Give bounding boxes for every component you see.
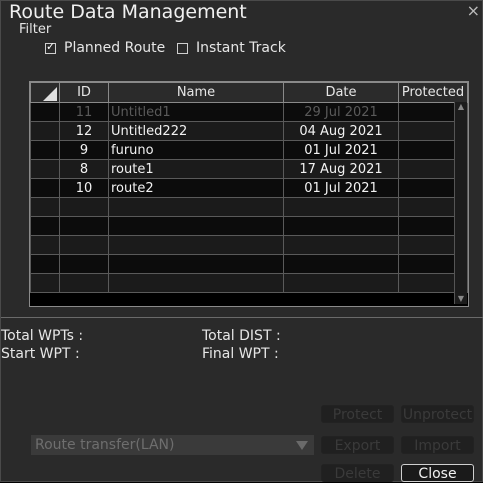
cell-date: 29 Jul 2021 (283, 102, 399, 122)
cell-id: 11 (59, 102, 109, 122)
final-wpt-label: Final WPT : (202, 346, 279, 362)
cell-name (108, 273, 284, 293)
table-header: ID Name Date Protected (30, 82, 468, 103)
table-row[interactable]: 10 route2 01 Jul 2021 (30, 178, 468, 198)
cell-name (108, 235, 284, 255)
cell-date: 01 Jul 2021 (283, 140, 399, 160)
table-row[interactable] (30, 216, 468, 236)
cell-id: 12 (59, 121, 109, 141)
dialog-title: Route Data Management (9, 1, 247, 23)
row-selector[interactable] (30, 178, 60, 198)
cell-name (108, 197, 284, 217)
cell-date: 01 Jul 2021 (283, 178, 399, 198)
planned-route-label: Planned Route (64, 40, 166, 56)
cell-date: 17 Aug 2021 (283, 159, 399, 179)
header-name[interactable]: Name (108, 82, 284, 103)
row-selector[interactable] (30, 235, 60, 255)
total-wpts-label: Total WPTs : (1, 328, 84, 344)
table-row[interactable] (30, 254, 468, 274)
filter-instant-track[interactable]: Instant Track (177, 40, 286, 56)
row-selector[interactable] (30, 254, 60, 274)
cell-date (283, 235, 399, 255)
row-selector[interactable] (30, 216, 60, 236)
select-all-corner[interactable] (30, 82, 60, 103)
cell-id (59, 216, 109, 236)
cell-name (108, 216, 284, 236)
filter-label: Filter (19, 22, 52, 37)
planned-route-checkbox[interactable] (45, 40, 56, 54)
cell-id: 9 (59, 140, 109, 160)
cell-name: route1 (108, 159, 284, 179)
table-row[interactable] (30, 197, 468, 217)
cell-id: 8 (59, 159, 109, 179)
cell-name: Untitled222 (108, 121, 284, 141)
section-divider (1, 317, 483, 318)
cell-id (59, 235, 109, 255)
cell-name: Untitled1 (108, 102, 284, 122)
start-wpt-label: Start WPT : (1, 346, 80, 362)
export-button[interactable]: Export (321, 436, 394, 454)
instant-track-checkbox[interactable] (177, 42, 188, 54)
scroll-up-icon[interactable]: ▲ (455, 102, 467, 112)
cell-name: furuno (108, 140, 284, 160)
route-transfer-value: Route transfer(LAN) (35, 437, 175, 453)
row-selector[interactable] (30, 102, 60, 122)
cell-date (283, 254, 399, 274)
cell-id (59, 273, 109, 293)
protect-button[interactable]: Protect (321, 405, 394, 423)
table-row[interactable]: 12 Untitled222 04 Aug 2021 (30, 121, 468, 141)
table-row[interactable]: 11 Untitled1 29 Jul 2021 (30, 102, 468, 122)
instant-track-label: Instant Track (196, 40, 286, 56)
close-button[interactable]: Close (401, 464, 474, 482)
close-icon[interactable]: × (467, 1, 480, 20)
table-row[interactable] (30, 235, 468, 255)
cell-date (283, 197, 399, 217)
header-id[interactable]: ID (59, 82, 109, 103)
delete-button[interactable]: Delete (321, 464, 394, 482)
row-selector[interactable] (30, 197, 60, 217)
table-scrollbar[interactable]: ▲ ▼ (454, 102, 467, 304)
corner-triangle-icon (43, 86, 57, 101)
dropdown-arrow-icon (296, 441, 308, 450)
unprotect-button[interactable]: Unprotect (401, 405, 474, 423)
route-data-management-dialog: Route Data Management × Filter Planned R… (0, 0, 483, 482)
table-row[interactable] (30, 273, 468, 293)
filter-planned-route[interactable]: Planned Route (45, 40, 165, 56)
table-row[interactable]: 8 route1 17 Aug 2021 (30, 159, 468, 179)
row-selector[interactable] (30, 121, 60, 141)
header-date[interactable]: Date (283, 82, 399, 103)
row-selector[interactable] (30, 273, 60, 293)
row-selector[interactable] (30, 140, 60, 160)
route-table: ID Name Date Protected 11 Untitled1 29 J… (29, 81, 469, 307)
cell-id (59, 197, 109, 217)
cell-date (283, 216, 399, 236)
header-protected[interactable]: Protected (398, 82, 468, 103)
cell-date: 04 Aug 2021 (283, 121, 399, 141)
total-dist-label: Total DIST : (202, 328, 281, 344)
cell-date (283, 273, 399, 293)
route-transfer-select[interactable]: Route transfer(LAN) (31, 435, 314, 455)
cell-id (59, 254, 109, 274)
cell-name: route2 (108, 178, 284, 198)
cell-id: 10 (59, 178, 109, 198)
cell-name (108, 254, 284, 274)
table-row[interactable]: 9 furuno 01 Jul 2021 (30, 140, 468, 160)
scroll-down-icon[interactable]: ▼ (455, 294, 467, 304)
import-button[interactable]: Import (401, 436, 474, 454)
row-selector[interactable] (30, 159, 60, 179)
